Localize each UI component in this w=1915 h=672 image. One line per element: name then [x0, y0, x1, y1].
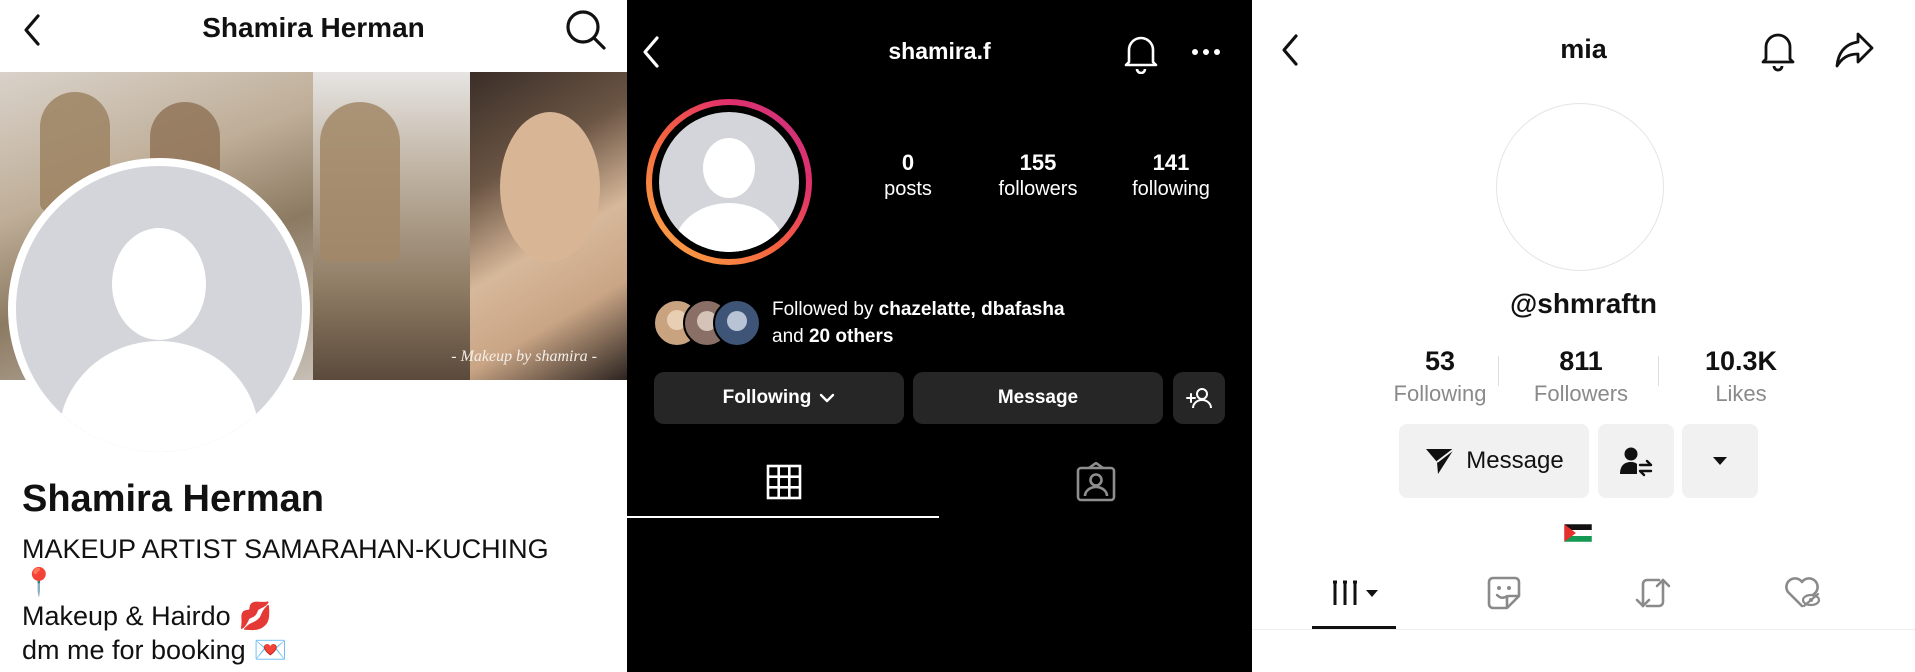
message-button-label: Message [997, 387, 1079, 408]
send-icon [1426, 448, 1455, 474]
following-label: following [1132, 178, 1210, 200]
active-tab-indicator [627, 516, 939, 518]
posts-count: 0 [901, 150, 915, 175]
chevron-down-icon [820, 393, 835, 403]
following-count: 141 [1152, 150, 1190, 175]
instagram-profile-panel: shamira.f 0 posts 155 followers 141 foll… [627, 0, 1252, 672]
avatar[interactable] [645, 98, 813, 266]
message-button[interactable]: Message [1399, 424, 1589, 498]
following-stat[interactable]: 53 Following [1370, 346, 1510, 407]
liked-tab[interactable] [1782, 576, 1822, 610]
tagged-sticker-icon [1487, 576, 1521, 610]
following-button-label: Following [722, 387, 812, 408]
love-letter-emoji: 💌 [253, 635, 288, 665]
bio-line-2-text: Makeup & Hairdo [22, 601, 231, 631]
friends-button[interactable] [1598, 424, 1674, 498]
tab-bar-divider [1252, 629, 1915, 630]
posts-label: posts [884, 178, 932, 200]
grid-icon [766, 464, 802, 500]
followers-count: 155 [1019, 150, 1057, 175]
facebook-profile-panel: Shamira Herman - Makeup by shamira - Sha… [0, 0, 627, 672]
followers-count: 811 [1559, 346, 1603, 376]
following-stat[interactable]: 141 following [1106, 150, 1236, 201]
following-label: Following [1393, 381, 1487, 406]
add-user-button[interactable] [1173, 372, 1225, 424]
followers-stat[interactable]: 811 Followers [1511, 346, 1651, 407]
following-count: 53 [1424, 346, 1456, 376]
default-avatar-icon [59, 228, 259, 452]
message-button-label: Message [1466, 447, 1564, 474]
kiss-emoji: 💋 [238, 601, 273, 631]
user-swap-icon [1620, 447, 1653, 477]
repost-icon [1635, 578, 1671, 608]
search-icon[interactable] [564, 8, 608, 52]
bio-line-3-text: dm me for booking [22, 635, 246, 665]
following-button[interactable]: Following [654, 372, 904, 424]
followers-label: followers [998, 178, 1078, 200]
stat-divider [1658, 356, 1659, 386]
likes-count: 10.3K [1704, 346, 1778, 376]
user-handle: @shmraftn [1509, 288, 1658, 319]
profile-name: Shamira Herman [22, 478, 325, 520]
more-dropdown-button[interactable] [1682, 424, 1758, 498]
avatar[interactable] [1496, 103, 1664, 271]
hidden-likes-heart-icon [1785, 577, 1821, 608]
followers-label: Followers [1533, 381, 1629, 406]
videos-tab[interactable] [1330, 578, 1382, 608]
bell-icon[interactable] [1121, 32, 1161, 74]
grid-tab[interactable] [766, 464, 802, 500]
tagged-person-icon [1076, 462, 1116, 502]
posts-stat[interactable]: 0 posts [843, 150, 973, 201]
bell-icon[interactable] [1758, 28, 1798, 72]
videos-grid-icon [1333, 580, 1378, 605]
followed-by-names: chazelatte, dbafasha [878, 299, 1065, 320]
bio-line-3: dm me for booking 💌 [22, 634, 287, 666]
bio-line-2: Makeup & Hairdo 💋 [22, 600, 272, 632]
stat-divider [1498, 356, 1499, 386]
page-title: mia [1560, 34, 1607, 64]
mutual-followers-avatars[interactable] [653, 298, 761, 348]
pin-emoji: 📍 [22, 567, 56, 597]
likes-label: Likes [1715, 381, 1767, 406]
reposts-tab[interactable] [1633, 576, 1673, 610]
cover-caption: - Makeup by shamira - [451, 348, 597, 365]
followed-by-and: and [772, 326, 809, 347]
bio-line-1: MAKEUP ARTIST SAMARAHAN-KUCHING [22, 534, 549, 564]
avatar[interactable] [8, 158, 310, 460]
tiktok-profile-panel: mia @shmraftn 53 Following 811 Followers… [1252, 0, 1915, 672]
palestine-flag-icon [1564, 524, 1592, 542]
message-button[interactable]: Message [913, 372, 1163, 424]
share-icon[interactable] [1834, 30, 1876, 70]
more-options-icon[interactable] [1191, 48, 1221, 56]
tagged-tab[interactable] [1485, 576, 1523, 610]
followed-by-prefix: Followed by [772, 299, 879, 320]
page-title: Shamira Herman [202, 12, 425, 43]
followed-by-others: 20 others [808, 326, 894, 347]
caret-down-icon [1713, 457, 1727, 465]
tagged-tab[interactable] [1075, 462, 1117, 502]
add-user-icon [1186, 388, 1212, 409]
likes-stat[interactable]: 10.3K Likes [1671, 346, 1811, 407]
followers-stat[interactable]: 155 followers [973, 150, 1103, 201]
followed-by-text[interactable]: Followed by chazelatte, dbafasha and 20 … [772, 296, 1065, 350]
